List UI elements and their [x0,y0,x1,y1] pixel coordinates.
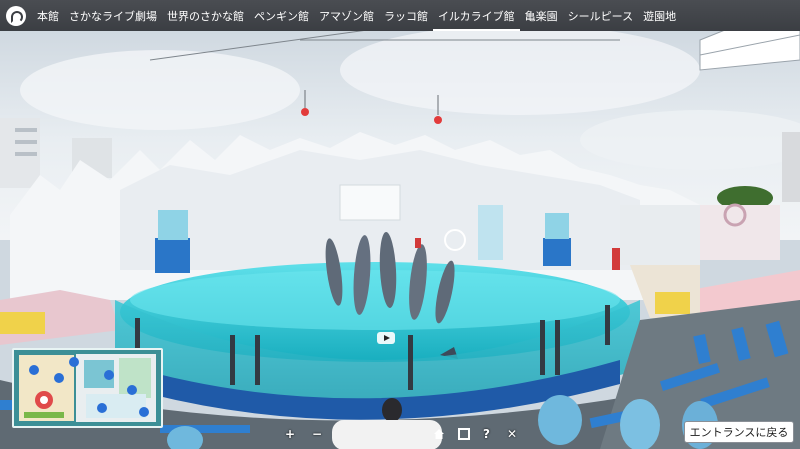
nav-item-turtle-garden[interactable]: 亀楽園 [520,0,563,31]
nav-item-penguin-hall[interactable]: ペンギン館 [249,0,314,31]
nav-item-sea-otter-hall[interactable]: ラッコ館 [379,0,433,31]
home-icon[interactable] [433,428,445,442]
nav-item-amazon-hall[interactable]: アマゾン館 [314,0,379,31]
nav-item-dolphin-live-hall[interactable]: イルカライブ館 [433,0,520,31]
help-icon[interactable]: ? [483,428,490,440]
nav-item-sakana-live-theater[interactable]: さかなライブ劇場 [64,0,162,31]
nav-item-honkan[interactable]: 本館 [32,0,64,31]
minimap-graphic [14,350,161,426]
close-icon[interactable]: ✕ [507,428,517,440]
nav-item-amusement-park[interactable]: 遊園地 [638,0,681,31]
minus-icon[interactable]: − [312,428,322,440]
play-video-icon[interactable] [377,332,395,344]
return-to-entrance-button[interactable]: エントランスに戻る [684,421,794,443]
minimap[interactable] [12,348,163,428]
aquarium-logo-icon[interactable] [6,5,26,26]
nav-item-world-fish-hall[interactable]: 世界のさかな館 [162,0,249,31]
top-navigation-bar: 本館 さかなライブ劇場 世界のさかな館 ペンギン館 アマゾン館 ラッコ館 イルカ… [0,0,800,31]
plus-icon[interactable]: + [285,428,295,440]
nav-item-seal-peace[interactable]: シールピース [563,0,638,31]
fullscreen-icon[interactable] [458,428,470,442]
